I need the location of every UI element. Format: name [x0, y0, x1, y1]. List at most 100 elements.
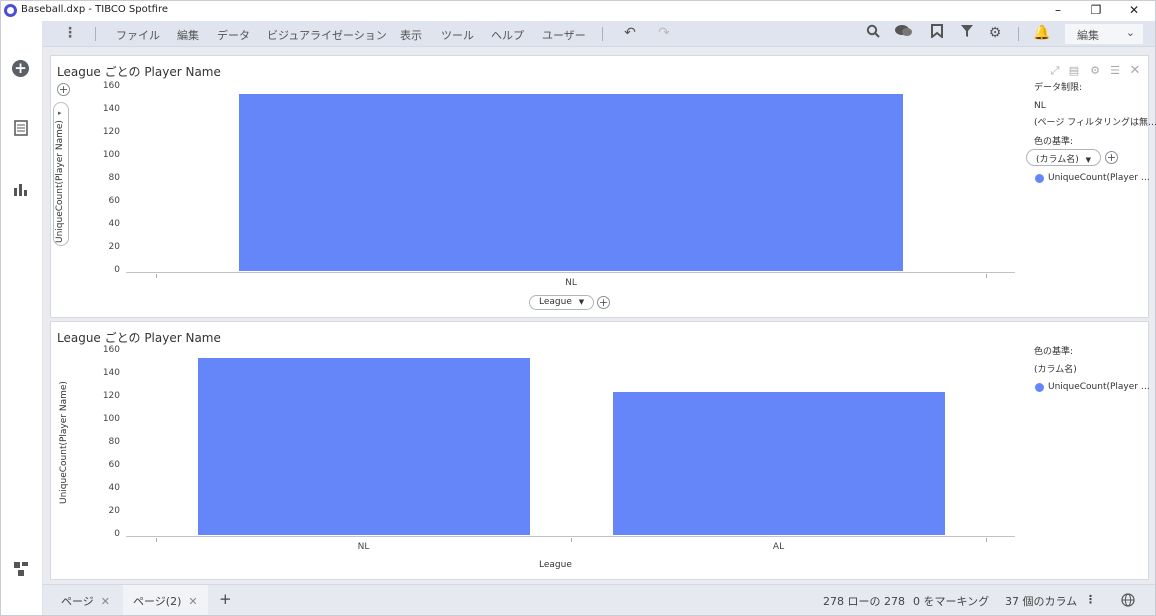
menu-visualization[interactable]: ビジュアライゼーション	[267, 27, 387, 43]
data-panel-icon[interactable]	[12, 120, 30, 138]
status-bar: ページ ✕ ページ(2) ✕ + 278 ローの 278 0 をマーキング 37 個…	[43, 584, 1155, 615]
viz-title: League ごとの Player Name	[57, 331, 221, 345]
search-icon[interactable]	[864, 24, 882, 42]
bar-al[interactable]	[612, 392, 945, 535]
menu-file[interactable]: ファイル	[116, 27, 160, 43]
color-by-value: (カラム名)	[1036, 155, 1079, 165]
data-limit-note: (ページ フィルタリングは無…	[1034, 118, 1156, 128]
y-tick-label: 100	[102, 150, 120, 160]
x-axis-line	[126, 536, 1015, 537]
legend-color-swatch	[1035, 174, 1044, 183]
y-tick-label: 120	[102, 127, 120, 137]
close-tab-icon[interactable]: ✕	[188, 595, 197, 608]
y-axis-selector[interactable]: ▸ UniqueCount(Player Name)	[53, 102, 69, 246]
pages-overview-icon[interactable]	[12, 561, 30, 579]
separator	[95, 27, 96, 41]
title-bar: Baseball.dxp - TIBCO Spotfire – ❐ ✕	[1, 1, 1155, 21]
y-tick-label: 0	[114, 265, 120, 275]
x-axis-selector-label: League	[539, 297, 572, 307]
minimize-button[interactable]: –	[1039, 1, 1077, 21]
x-tick-label: AL	[772, 542, 785, 552]
x-tick-mark	[156, 274, 157, 278]
page-tab-1[interactable]: ページ ✕	[51, 585, 120, 615]
color-by-label: 色の基準:	[1034, 137, 1074, 147]
chevron-down-icon: ⌄	[1125, 26, 1135, 39]
viz-title: League ごとの Player Name	[57, 65, 221, 79]
filter-icon[interactable]	[958, 24, 976, 42]
y-tick-label: 80	[108, 437, 120, 447]
y-tick-label: 160	[102, 345, 120, 355]
globe-icon[interactable]	[1121, 593, 1135, 610]
menu-data[interactable]: データ	[217, 27, 250, 43]
color-by-label: 色の基準:	[1034, 347, 1074, 357]
x-tick-label: NL	[565, 278, 577, 288]
close-button[interactable]: ✕	[1115, 1, 1153, 21]
bar-chart-visualization-2[interactable]: League ごとの Player Name UniqueCount(Playe…	[50, 321, 1150, 580]
y-tick-label: 120	[102, 391, 120, 401]
spotfire-logo-icon	[4, 4, 17, 17]
row-count: 278 ローの 278	[823, 595, 905, 608]
menu-view[interactable]: 表示	[400, 27, 422, 43]
bookmark-icon[interactable]	[928, 24, 946, 42]
bar-nl[interactable]	[239, 93, 903, 271]
y-tick-label: 60	[108, 196, 120, 206]
window-title: Baseball.dxp - TIBCO Spotfire	[21, 4, 168, 15]
add-data-icon[interactable]: +	[12, 60, 29, 77]
x-axis-selector[interactable]: League ▼	[529, 295, 595, 310]
bar-nl[interactable]	[197, 357, 530, 535]
column-count: 37 個のカラム	[1005, 595, 1078, 608]
x-axis-label: League	[539, 560, 572, 570]
color-by-value: (カラム名)	[1034, 365, 1077, 375]
menu-tools[interactable]: ツール	[441, 27, 474, 43]
x-tick-mark	[986, 538, 987, 542]
more-menu-icon[interactable]: ⋮	[63, 25, 77, 41]
settings-gear-icon[interactable]: ⚙	[986, 24, 1004, 42]
page-tab-label: ページ	[61, 595, 94, 608]
legend-list-icon[interactable]: ☰	[1109, 65, 1121, 77]
y-tick-label: 160	[102, 81, 120, 91]
page-tab-label: ページ(2)	[133, 595, 182, 608]
add-color-button[interactable]: +	[1105, 151, 1118, 164]
y-tick-label: 60	[108, 460, 120, 470]
legend-series-label[interactable]: UniqueCount(Player …	[1048, 382, 1150, 392]
page-tab-2[interactable]: ページ(2) ✕	[123, 585, 208, 615]
dropdown-arrow-icon: ▼	[578, 298, 585, 306]
undo-icon[interactable]: ↶	[621, 24, 639, 42]
x-tick-mark	[571, 538, 572, 542]
more-options-icon[interactable]: ⋮	[1085, 593, 1096, 606]
legend-color-swatch	[1035, 383, 1044, 392]
mode-select[interactable]: 編集 ⌄	[1065, 24, 1143, 44]
y-tick-label: 140	[102, 368, 120, 378]
y-tick-label: 0	[114, 529, 120, 539]
viz-close-icon[interactable]: ✕	[1129, 64, 1141, 77]
close-tab-icon[interactable]: ✕	[101, 595, 110, 608]
add-page-button[interactable]: +	[209, 585, 242, 615]
dropdown-arrow-icon: ▼	[1085, 156, 1092, 164]
bar-chart-visualization-1[interactable]: League ごとの Player Name + ▸ UniqueCount(P…	[50, 55, 1156, 318]
left-sidebar: +	[1, 21, 43, 615]
mode-select-value: 編集	[1077, 29, 1099, 42]
viz-settings-gear-icon[interactable]: ⚙	[1089, 65, 1101, 77]
y-tick-label: 100	[102, 414, 120, 424]
menu-user[interactable]: ユーザー	[542, 27, 586, 43]
export-icon[interactable]: ▤	[1068, 65, 1080, 77]
marked-count: 0 をマーキング	[913, 595, 990, 608]
dropdown-arrow-icon: ▸	[58, 109, 62, 117]
restore-button[interactable]: ❐	[1077, 1, 1115, 21]
y-tick-label: 20	[108, 506, 120, 516]
legend-series-label[interactable]: UniqueCount(Player …	[1048, 173, 1150, 183]
menu-edit[interactable]: 編集	[177, 27, 199, 43]
menu-bar: ⋮ ファイル 編集 データ ビジュアライゼーション 表示 ツール ヘルプ ユーザ…	[43, 21, 1155, 47]
data-limit-value: NL	[1034, 101, 1046, 111]
color-by-selector[interactable]: (カラム名) ▼	[1026, 149, 1102, 166]
add-y-axis-button[interactable]: +	[57, 83, 70, 96]
visualization-icon[interactable]	[12, 181, 30, 199]
add-x-axis-button[interactable]: +	[597, 296, 610, 309]
notification-bell-icon[interactable]: 🔔	[1033, 24, 1051, 42]
maximize-icon[interactable]: ⤢	[1049, 65, 1061, 77]
y-tick-label: 140	[102, 104, 120, 114]
x-tick-label: NL	[357, 542, 370, 552]
redo-icon[interactable]: ↷	[655, 24, 673, 42]
collaboration-icon[interactable]	[894, 24, 912, 42]
menu-help[interactable]: ヘルプ	[491, 27, 524, 43]
